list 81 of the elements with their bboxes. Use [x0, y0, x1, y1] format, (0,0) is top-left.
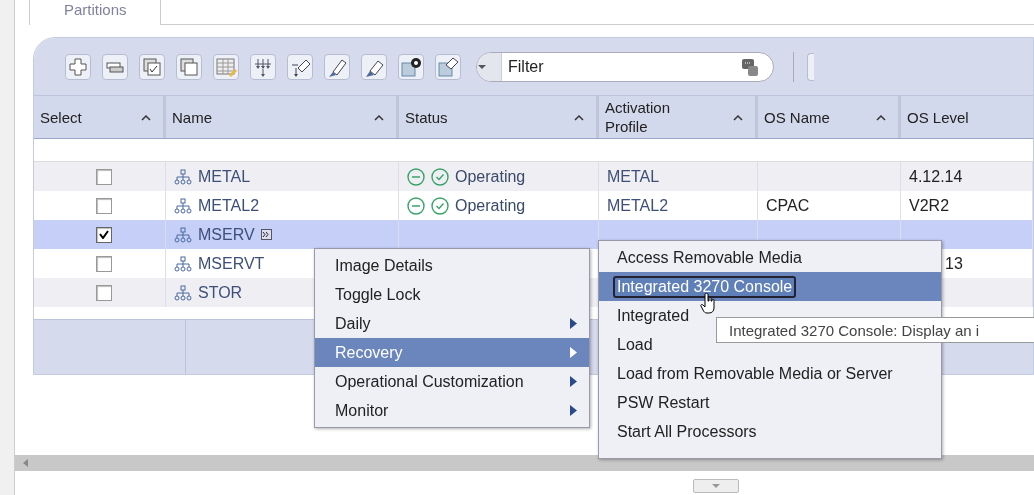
partition-name-link[interactable]: METAL [198, 167, 251, 186]
sort-caret-icon [733, 113, 743, 121]
menu-item[interactable]: PSW Restart [599, 388, 941, 417]
network-tree-icon [174, 168, 192, 185]
hand-pointer-icon [700, 292, 716, 314]
menu-item[interactable]: Load from Removable Media or Server [599, 359, 941, 388]
status-text: Operating [455, 167, 526, 186]
activation-profile-link[interactable]: METAL2 [607, 196, 669, 215]
row-checkbox[interactable] [95, 226, 112, 243]
partition-name-link[interactable]: MSERV [198, 225, 255, 244]
menu-item[interactable]: Image Details [315, 251, 589, 280]
menu-item[interactable]: Recovery [315, 338, 589, 367]
dropdown-caret-icon [477, 63, 487, 70]
column-label: Activation Profile [605, 98, 672, 136]
column-header[interactable]: Name [166, 96, 399, 138]
submenu-arrow-icon [570, 405, 577, 416]
submenu-arrow-icon [570, 376, 577, 387]
collapse-button[interactable] [693, 479, 739, 493]
down-caret-icon [711, 483, 721, 489]
horizontal-scrollbar[interactable] [15, 455, 1034, 471]
sort-caret-icon [574, 113, 584, 121]
row-checkbox[interactable] [95, 255, 112, 272]
toolbar-button[interactable] [324, 53, 350, 80]
sort-caret-icon [374, 113, 384, 121]
network-tree-icon [174, 197, 192, 214]
grid-gear-icon [400, 55, 422, 78]
minus-circle-icon [407, 167, 425, 186]
partitions-tab[interactable]: Partitions [29, 0, 161, 25]
column-label: OS Name [764, 107, 831, 127]
check-icon [98, 230, 109, 239]
row-checkbox[interactable] [95, 168, 112, 185]
grid-eraser-icon [437, 55, 459, 78]
menu-item[interactable]: Operational Customization [315, 367, 589, 396]
activation-profile-link[interactable]: METAL [607, 167, 660, 186]
partition-name-link[interactable]: STOR [198, 283, 243, 302]
submenu-arrow-icon [570, 318, 577, 329]
table-cell-text: V2R2 [909, 196, 950, 215]
column-label: Status [405, 107, 448, 127]
partition-name-link[interactable]: METAL2 [198, 196, 260, 215]
row-checkbox[interactable] [95, 284, 112, 301]
column-label: OS Level [907, 107, 970, 127]
toolbar-button[interactable] [398, 53, 424, 80]
network-tree-icon [174, 226, 192, 243]
column-label: Name [172, 107, 212, 127]
submenu-arrow-icon [570, 347, 577, 358]
column-header[interactable]: Status [399, 96, 599, 138]
column-header[interactable]: Activation Profile [599, 96, 758, 138]
column-header[interactable]: Select [34, 96, 166, 138]
menu-item[interactable]: Start All Processors [599, 417, 941, 446]
menu-item[interactable]: Monitor [315, 396, 589, 425]
scroll-left-icon [23, 459, 29, 467]
double-arrow-icon [260, 229, 272, 240]
sort-caret-icon [876, 113, 886, 121]
column-header[interactable]: OS Level [901, 96, 1033, 138]
toolbar-button[interactable] [435, 53, 461, 80]
filter-field[interactable]: Filter [476, 51, 774, 82]
status-text: Operating [455, 196, 526, 215]
copy-check-icon [141, 55, 163, 78]
plus-icon [67, 55, 89, 78]
table-cell-text: 13 [945, 254, 963, 273]
sort-caret-icon [141, 113, 151, 121]
table-row[interactable]: METAL Operating METAL 4.12.14 [34, 162, 1033, 191]
copy-icon [178, 55, 200, 78]
table-cell-text: CPAC [766, 196, 810, 215]
table-edit-icon [215, 55, 237, 78]
menu-item[interactable]: Integrated 3270 Console [599, 272, 941, 301]
column-header[interactable]: OS Name [758, 96, 901, 138]
check-circle-icon [431, 167, 449, 186]
check-circle-icon [431, 196, 449, 215]
minus-circle-icon [407, 196, 425, 215]
toolbar-button[interactable] [287, 53, 313, 80]
column-label: Select [40, 107, 83, 127]
row-checkbox[interactable] [95, 197, 112, 214]
table-cell-text: 4.12.14 [909, 167, 963, 186]
partition-name-link[interactable]: MSERVT [198, 254, 265, 273]
menu-item[interactable]: Toggle Lock [315, 280, 589, 309]
network-tree-icon [174, 255, 192, 272]
menu-item[interactable]: Daily [315, 309, 589, 338]
filter-count-icon [741, 56, 759, 77]
network-tree-icon [174, 284, 192, 301]
tooltip: Integrated 3270 Console: Display an i [716, 317, 1034, 343]
